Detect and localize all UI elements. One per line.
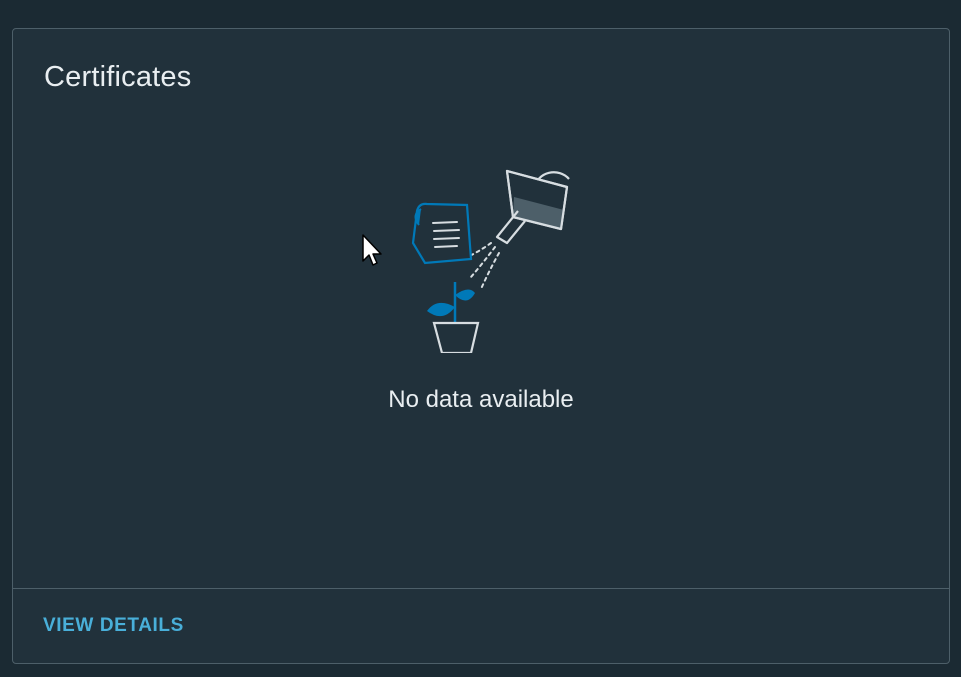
- view-details-link[interactable]: VIEW DETAILS: [43, 615, 184, 637]
- empty-state-message: No data available: [388, 386, 574, 413]
- watering-can-icon: [495, 169, 570, 245]
- empty-state-illustration-icon: [411, 169, 570, 353]
- document-icon: [411, 202, 473, 265]
- card-footer: VIEW DETAILS: [13, 588, 949, 663]
- flower-pot-icon: [432, 321, 480, 353]
- card-title: Certificates: [44, 61, 192, 93]
- mouse-cursor-icon: [362, 234, 382, 266]
- certificates-card: Certificates No data available VIEW DETA…: [12, 28, 950, 664]
